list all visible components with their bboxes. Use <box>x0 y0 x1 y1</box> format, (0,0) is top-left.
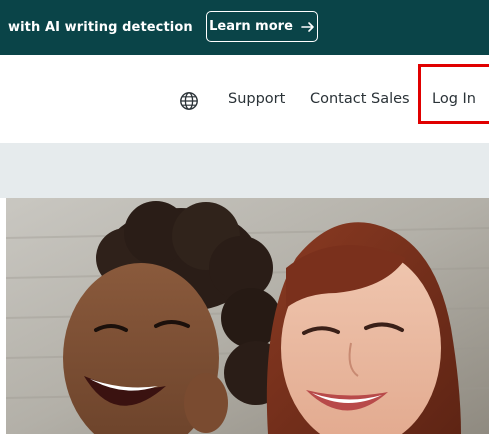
hero-photo <box>6 198 489 434</box>
promo-banner: with AI writing detection Learn more <box>0 0 489 55</box>
globe-icon[interactable] <box>179 91 199 111</box>
learn-more-button[interactable]: Learn more <box>206 11 318 42</box>
nav-contact-sales-link[interactable]: Contact Sales <box>310 91 410 107</box>
arrow-right-icon <box>301 21 315 33</box>
banner-text: with AI writing detection <box>8 20 193 35</box>
page: with AI writing detection Learn more Sup… <box>0 0 489 434</box>
learn-more-label: Learn more <box>209 19 293 34</box>
top-nav: Support Contact Sales Log In <box>0 55 489 143</box>
nav-support-link[interactable]: Support <box>228 91 285 107</box>
gray-strip <box>0 143 489 198</box>
login-highlight-box <box>418 64 489 124</box>
